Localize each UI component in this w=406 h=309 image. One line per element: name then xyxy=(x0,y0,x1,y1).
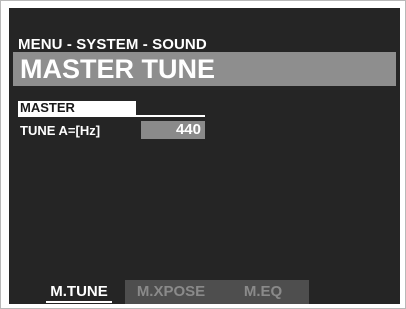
title-bar: MASTER TUNE xyxy=(13,52,396,86)
lcd-screen: MENU - SYSTEM - SOUND MASTER TUNE MASTER… xyxy=(9,8,400,304)
page-title: MASTER TUNE xyxy=(20,54,215,84)
function-tab-bar: M.TUNE M.XPOSE M.EQ xyxy=(9,280,400,304)
tab-m-xpose-label: M.XPOSE xyxy=(136,283,206,300)
tab-m-tune[interactable]: M.TUNE xyxy=(33,280,125,304)
section-label: MASTER xyxy=(20,100,75,115)
section-divider xyxy=(18,115,205,117)
tab-m-eq-label: M.EQ xyxy=(243,283,283,300)
tab-m-xpose[interactable]: M.XPOSE xyxy=(125,280,217,304)
tune-parameter-label: TUNE A=[Hz] xyxy=(20,123,101,138)
tune-value-field[interactable]: 440 xyxy=(141,121,205,139)
tab-m-tune-label: M.TUNE xyxy=(46,283,112,303)
section-header: MASTER xyxy=(18,100,136,115)
display-frame: MENU - SYSTEM - SOUND MASTER TUNE MASTER… xyxy=(0,0,406,309)
tab-m-eq[interactable]: M.EQ xyxy=(217,280,309,304)
